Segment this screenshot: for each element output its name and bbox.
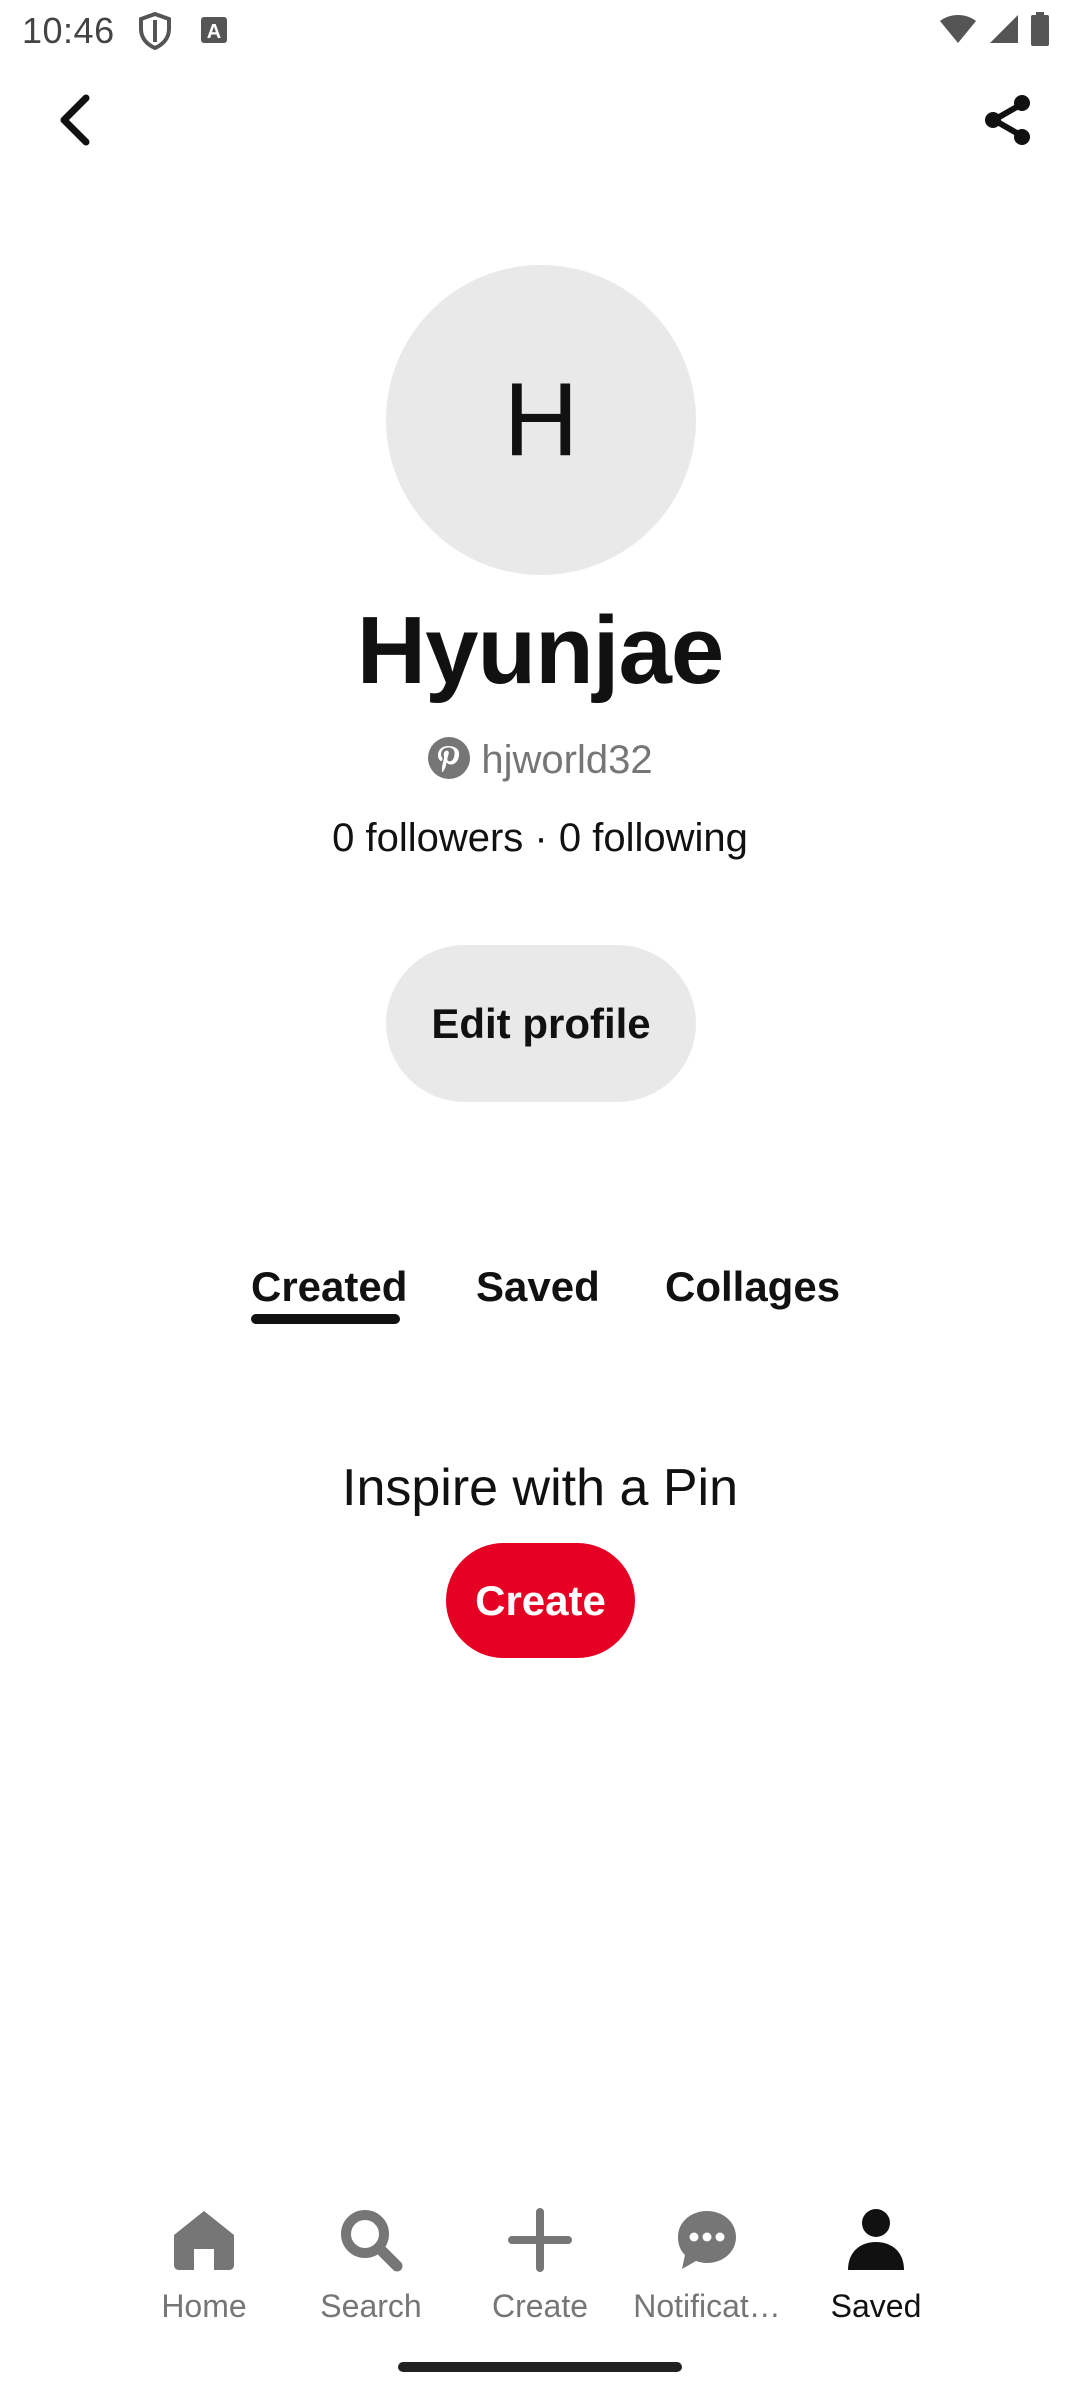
following-count[interactable]: 0 following <box>559 816 748 860</box>
tab-created[interactable]: Created <box>251 1250 407 1324</box>
status-indicators <box>938 12 1050 51</box>
create-pin-button[interactable]: Create <box>446 1543 635 1658</box>
followers-count[interactable]: 0 followers <box>332 816 523 860</box>
chat-bubble-icon <box>678 2211 736 2269</box>
cell-signal-icon <box>988 13 1020 50</box>
back-button[interactable] <box>40 84 112 156</box>
avatar[interactable]: H <box>386 265 696 575</box>
tab-collages[interactable]: Collages <box>665 1250 840 1324</box>
keyboard-a-icon: A <box>200 16 228 49</box>
profile-tabs: Created Saved Collages <box>0 1250 1080 1340</box>
svg-text:A: A <box>207 21 221 43</box>
tab-saved[interactable]: Saved <box>476 1250 600 1324</box>
nav-home[interactable]: Home <box>119 2200 289 2340</box>
nav-search[interactable]: Search <box>286 2200 456 2340</box>
shield-icon <box>138 11 172 55</box>
nav-home-label: Home <box>161 2288 247 2324</box>
battery-icon <box>1030 12 1050 51</box>
plus-icon <box>508 2208 572 2272</box>
status-bar: 10:46 A <box>0 0 1080 64</box>
nav-notifications[interactable]: Notificat… <box>622 2200 792 2340</box>
home-icon <box>174 2211 234 2270</box>
username-row: hjworld32 <box>0 736 1080 785</box>
nav-create-label: Create <box>491 2288 589 2324</box>
profile-username: hjworld32 <box>481 738 653 782</box>
person-icon <box>848 2209 904 2270</box>
follow-separator: · <box>534 816 548 860</box>
pinterest-logo-icon <box>427 736 471 785</box>
avatar-initial: H <box>503 361 579 478</box>
profile-screen: 10:46 A H Hyunjae hjworld32 0 followers … <box>0 0 1080 2400</box>
nav-saved-label: Saved <box>830 2288 922 2324</box>
active-tab-indicator <box>251 1314 400 1324</box>
nav-create[interactable]: Create <box>455 2200 625 2340</box>
status-time: 10:46 <box>22 10 115 51</box>
chevron-left-icon <box>60 94 90 146</box>
home-indicator[interactable] <box>398 2362 682 2372</box>
follow-stats: 0 followers · 0 following <box>0 816 1080 861</box>
share-icon <box>985 95 1030 145</box>
nav-notifications-label: Notificat… <box>633 2288 781 2324</box>
nav-search-label: Search <box>320 2288 422 2324</box>
wifi-icon <box>938 13 978 50</box>
edit-profile-button[interactable]: Edit profile <box>386 945 696 1102</box>
profile-display-name: Hyunjae <box>356 597 724 704</box>
bottom-navigation: Home Search Create Notificat… Saved <box>0 2200 1080 2340</box>
search-icon <box>341 2210 403 2272</box>
nav-saved[interactable]: Saved <box>791 2200 961 2340</box>
empty-state-message: Inspire with a Pin <box>342 1459 738 1517</box>
share-button[interactable] <box>972 84 1044 156</box>
